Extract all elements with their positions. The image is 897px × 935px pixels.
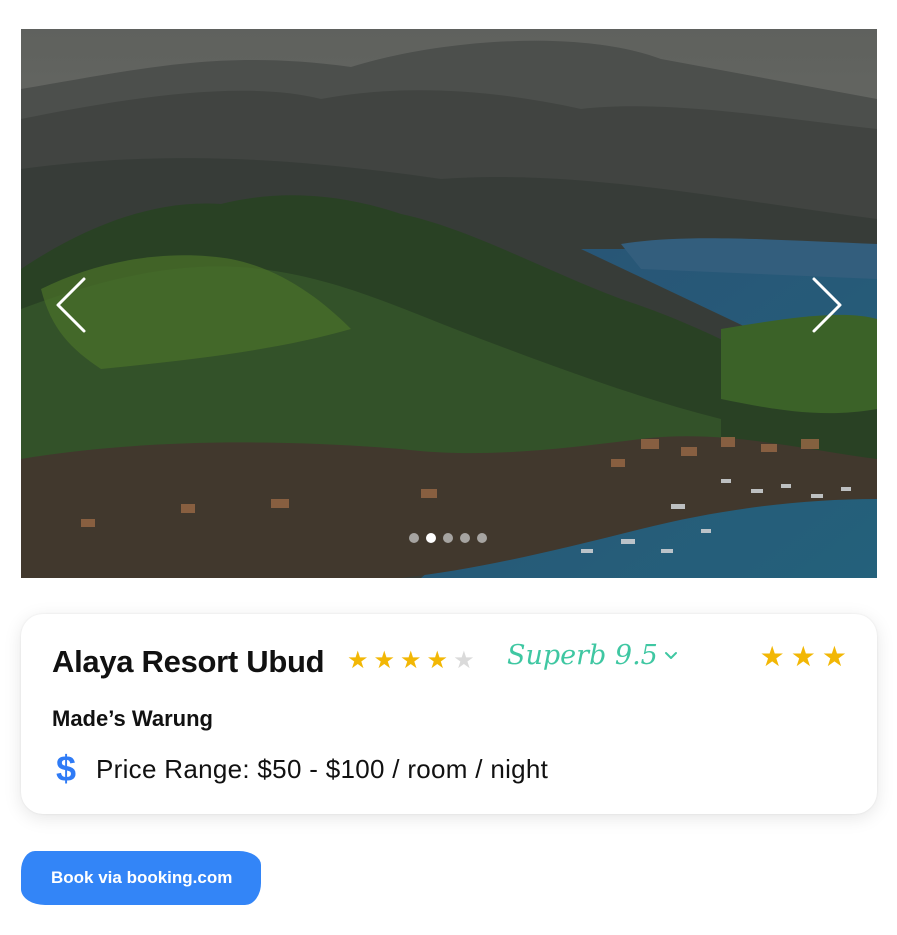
book-button[interactable]: Book via booking.com: [21, 851, 261, 905]
hero-carousel: [21, 29, 877, 578]
star-icon: ★: [347, 647, 369, 674]
star-icon: ★: [400, 647, 422, 674]
star-icon: ★: [759, 641, 785, 672]
carousel-dot[interactable]: [460, 533, 470, 543]
star-icon: ★: [790, 641, 816, 672]
star-empty-icon: ★: [453, 647, 475, 674]
chevron-right-icon: [812, 277, 842, 333]
dollar-icon: $: [55, 748, 77, 789]
rating-label: Superb 9.5: [507, 640, 658, 671]
user-rating-stars: ★ ★ ★ ★ ★: [347, 648, 475, 674]
carousel-dot[interactable]: [443, 533, 453, 543]
chevron-left-icon: [56, 277, 86, 333]
landscape-photo: [21, 29, 877, 578]
price-range-text: Price Range: $50 - $100 / room / night: [96, 753, 549, 784]
carousel-next-button[interactable]: [805, 275, 849, 335]
carousel-dots: [409, 533, 487, 543]
hotel-name: Alaya Resort Ubud: [52, 644, 325, 679]
hotel-info-card: Alaya Resort Ubud ★ ★ ★ ★ ★ Superb 9.5 ★…: [21, 614, 877, 814]
restaurant-name: Made’s Warung: [52, 706, 213, 731]
carousel-dot[interactable]: [409, 533, 419, 543]
rating-dropdown[interactable]: Superb 9.5: [507, 640, 678, 671]
price-range: $ Price Range: $50 - $100 / room / night: [52, 748, 548, 790]
star-icon: ★: [821, 641, 847, 672]
carousel-dot[interactable]: [477, 533, 487, 543]
chevron-down-icon: [664, 651, 677, 659]
star-icon: ★: [373, 647, 396, 674]
hotel-class-stars: ★ ★ ★: [759, 641, 847, 672]
star-icon: ★: [426, 647, 449, 674]
carousel-prev-button[interactable]: [49, 275, 93, 335]
carousel-dot-active[interactable]: [426, 533, 436, 543]
